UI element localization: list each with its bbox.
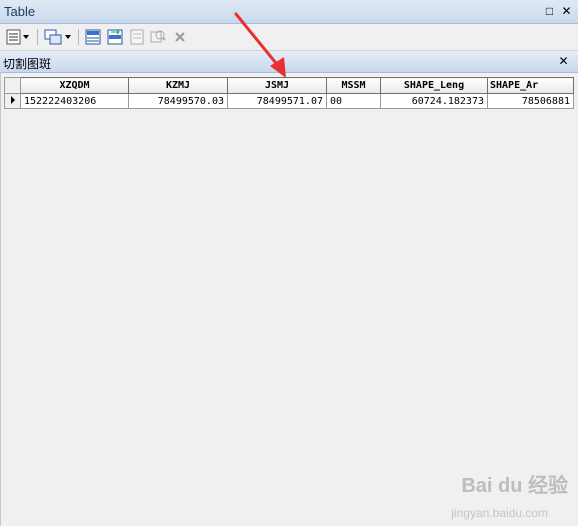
column-header-shape-area[interactable]: SHAPE_Ar	[487, 77, 574, 94]
row-selector[interactable]	[4, 93, 21, 109]
clear-selection-icon	[130, 29, 144, 45]
cell-shape-leng[interactable]: 60724.182373	[380, 93, 488, 109]
table-tab-name: 切割图斑	[3, 57, 52, 71]
toolbar-separator	[37, 29, 38, 45]
delete-selected-icon	[175, 32, 185, 42]
restore-button[interactable]: □	[543, 5, 556, 18]
switch-selection-button[interactable]	[106, 28, 124, 46]
related-tables-icon	[44, 29, 71, 45]
switch-selection-icon	[107, 29, 123, 45]
baidu-jingyan-url: jingyan.baidu.com	[451, 506, 548, 520]
column-header-kzmj[interactable]: KZMJ	[128, 77, 228, 94]
attribute-table: XZQDM KZMJ JSMJ MSSM SHAPE_Leng SHAPE_Ar…	[4, 77, 574, 109]
column-header-shape-leng[interactable]: SHAPE_Leng	[380, 77, 488, 94]
zoom-to-selected-button[interactable]	[149, 28, 167, 46]
cell-kzmj[interactable]: 78499570.03	[128, 93, 228, 109]
annotation-arrow	[234, 12, 286, 78]
related-tables-button[interactable]	[43, 28, 73, 46]
row-selector-header[interactable]	[4, 77, 21, 94]
cell-jsmj[interactable]: 78499571.07	[227, 93, 327, 109]
toolbar-separator	[78, 29, 79, 45]
close-table-tab-button[interactable]: ✕	[557, 55, 570, 68]
cell-shape-area[interactable]: 78506881	[487, 93, 574, 109]
cell-xzqdm[interactable]: 152222403206	[20, 93, 129, 109]
table-row[interactable]: 152222403206 78499570.03 78499571.07 00 …	[4, 93, 574, 109]
table-options-icon	[6, 29, 29, 45]
select-by-attributes-icon	[85, 29, 101, 45]
table-options-button[interactable]	[5, 28, 31, 46]
column-header-mssm[interactable]: MSSM	[326, 77, 381, 94]
clear-selection-button[interactable]	[129, 28, 145, 46]
window-title: Table	[4, 4, 36, 19]
select-by-attributes-button[interactable]	[84, 28, 102, 46]
current-row-arrow-icon	[10, 95, 15, 104]
close-button[interactable]: ✕	[560, 5, 573, 18]
delete-selected-button[interactable]	[172, 28, 188, 46]
zoom-to-selected-icon	[150, 30, 166, 43]
baidu-jingyan-watermark: Bai du 经验	[461, 475, 568, 497]
attribute-table-grid[interactable]: XZQDM KZMJ JSMJ MSSM SHAPE_Leng SHAPE_Ar…	[0, 73, 578, 526]
column-header-xzqdm[interactable]: XZQDM	[20, 77, 129, 94]
cell-mssm[interactable]: 00	[326, 93, 381, 109]
